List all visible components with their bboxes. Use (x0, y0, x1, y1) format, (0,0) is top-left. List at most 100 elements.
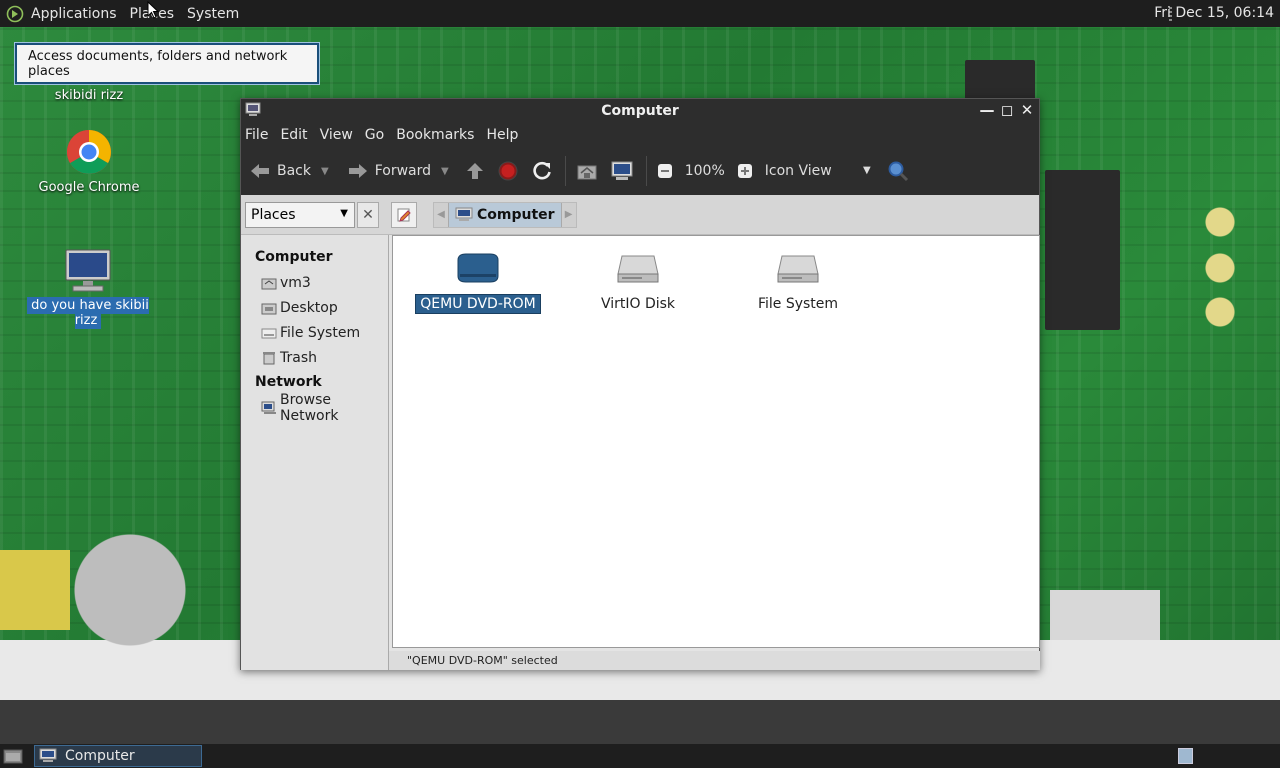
view-mode-label: Icon View (764, 163, 832, 179)
menu-bookmarks[interactable]: Bookmarks (396, 127, 474, 143)
sidebar-item-file-system[interactable]: File System (241, 320, 388, 345)
breadcrumb-label: Computer (477, 206, 555, 223)
forward-history-dropdown-icon[interactable]: ▼ (441, 166, 449, 177)
file-manager-window[interactable]: Computer — ◻ ✕ File Edit View Go Bookmar… (240, 98, 1040, 670)
back-history-dropdown-icon[interactable]: ▼ (321, 166, 329, 177)
file-item-file-system[interactable]: File System (733, 248, 863, 312)
search-button[interactable] (887, 160, 909, 182)
menu-view[interactable]: View (320, 127, 353, 143)
sidebar-item-trash[interactable]: Trash (241, 345, 388, 370)
network-icon (261, 401, 277, 415)
chrome-icon (67, 130, 111, 174)
file-label: VirtIO Disk (600, 296, 676, 312)
taskbar-item-label: Computer (65, 748, 135, 764)
close-icon: ✕ (362, 206, 374, 223)
sidebar-type-select[interactable]: Places ▼ (245, 201, 355, 228)
toolbar: Back ▼ Forward ▼ 100% Icon View ▼ (241, 147, 1039, 195)
system-menu[interactable]: System (187, 6, 239, 22)
desktop-icon-computer[interactable]: do you have skibii rizz (20, 248, 156, 329)
computer-icon (455, 207, 473, 221)
distro-logo-icon[interactable] (4, 3, 26, 25)
places-sidebar: Computer vm3 Desktop File System Trash N… (241, 235, 389, 670)
taskbar-item-computer[interactable]: Computer (34, 745, 202, 767)
desktop-icon-label: Google Chrome (38, 180, 140, 195)
sidebar-item-browse-network[interactable]: Browse Network (241, 392, 388, 424)
desktop-icon-skibidi-rizz[interactable]: skibidi rizz (30, 88, 148, 103)
clock[interactable]: Fri Dec 15, 06:14 (1154, 5, 1274, 21)
menu-file[interactable]: File (245, 127, 268, 143)
breadcrumb-computer[interactable]: Computer (448, 202, 562, 227)
search-icon (888, 161, 908, 182)
menu-help[interactable]: Help (486, 127, 518, 143)
menu-go[interactable]: Go (365, 127, 384, 143)
minimize-button[interactable]: — (979, 101, 995, 119)
forward-arrow-icon (348, 164, 367, 178)
reload-button[interactable] (531, 160, 553, 182)
wallpaper-pad (0, 550, 70, 630)
stop-icon (498, 161, 518, 181)
workspace-switcher[interactable] (1178, 748, 1193, 764)
sidebar-item-label: vm3 (280, 274, 311, 291)
chevron-down-icon: ▼ (340, 207, 348, 219)
desktop-icon-label: do you have skibii rizz (27, 297, 149, 329)
zoom-in-icon (737, 164, 752, 178)
window-controls: — ◻ ✕ (979, 101, 1035, 119)
location-bar: Places ▼ ✕ ◀ Computer ▶ (241, 195, 1039, 235)
edit-pencil-icon (397, 208, 411, 222)
computer-icon (245, 102, 261, 122)
trash-icon (261, 351, 277, 365)
breadcrumb-right-arrow-icon[interactable]: ▶ (562, 209, 576, 220)
dvd-drive-icon (457, 253, 499, 283)
back-arrow-icon (251, 164, 269, 178)
file-view[interactable]: QEMU DVD-ROM VirtIO Disk File System (392, 235, 1040, 648)
up-button[interactable] (465, 161, 485, 181)
forward-button[interactable]: Forward ▼ (347, 162, 449, 180)
sidebar-item-label: Trash (280, 349, 317, 366)
status-bar: "QEMU DVD-ROM" selected (389, 651, 1040, 670)
home-button[interactable] (576, 161, 598, 181)
view-mode-select[interactable]: Icon View ▼ (765, 163, 875, 179)
file-item-qemu-dvd-rom[interactable]: QEMU DVD-ROM (413, 248, 543, 314)
show-desktop-button[interactable] (3, 747, 23, 765)
window-title: Computer (601, 103, 679, 119)
file-label: QEMU DVD-ROM (415, 294, 541, 314)
toolbar-separator (645, 156, 647, 186)
maximize-button[interactable]: ◻ (999, 101, 1015, 119)
file-item-virtio-disk[interactable]: VirtIO Disk (573, 248, 703, 312)
status-text: "QEMU DVD-ROM" selected (407, 654, 558, 667)
back-button[interactable]: Back ▼ (249, 162, 329, 180)
breadcrumb-left-arrow-icon[interactable]: ◀ (434, 209, 448, 220)
sidebar-item-vm3[interactable]: vm3 (241, 270, 388, 295)
zoom-in-button[interactable] (737, 163, 753, 179)
breadcrumb: ◀ Computer ▶ (433, 201, 577, 228)
window-titlebar[interactable]: Computer — ◻ ✕ (241, 99, 1039, 123)
zoom-level: 100% (684, 163, 725, 179)
sidebar-section-computer: Computer (255, 249, 333, 265)
places-tooltip: Access documents, folders and network pl… (14, 42, 320, 85)
wallpaper-chip (1045, 170, 1120, 330)
stop-button[interactable] (497, 160, 519, 182)
file-label: File System (757, 296, 839, 312)
home-folder-icon (577, 165, 597, 180)
sidebar-item-label: Desktop (280, 299, 338, 316)
computer-icon (39, 748, 57, 762)
tooltip-text: Access documents, folders and network pl… (28, 48, 288, 79)
applications-menu[interactable]: Applications (31, 6, 117, 22)
computer-button[interactable] (610, 160, 634, 182)
close-sidebar-button[interactable]: ✕ (357, 201, 379, 228)
reload-icon (533, 161, 551, 180)
drive-icon (261, 326, 277, 340)
menu-edit[interactable]: Edit (280, 127, 307, 143)
forward-label: Forward (374, 163, 432, 179)
sidebar-item-desktop[interactable]: Desktop (241, 295, 388, 320)
sidebar-item-label: Browse Network (280, 391, 339, 424)
desktop-icon-google-chrome[interactable]: Google Chrome (30, 128, 148, 195)
top-panel: Applications Places System Fri Dec 15, 0… (0, 0, 1280, 27)
hard-disk-icon (617, 255, 659, 283)
toggle-location-entry-button[interactable] (391, 201, 417, 228)
back-label: Back (277, 163, 311, 179)
wallpaper-chip (965, 60, 1035, 100)
zoom-out-button[interactable]: 100% (657, 163, 725, 179)
wallpaper-pad (1050, 590, 1160, 640)
close-button[interactable]: ✕ (1019, 101, 1035, 119)
